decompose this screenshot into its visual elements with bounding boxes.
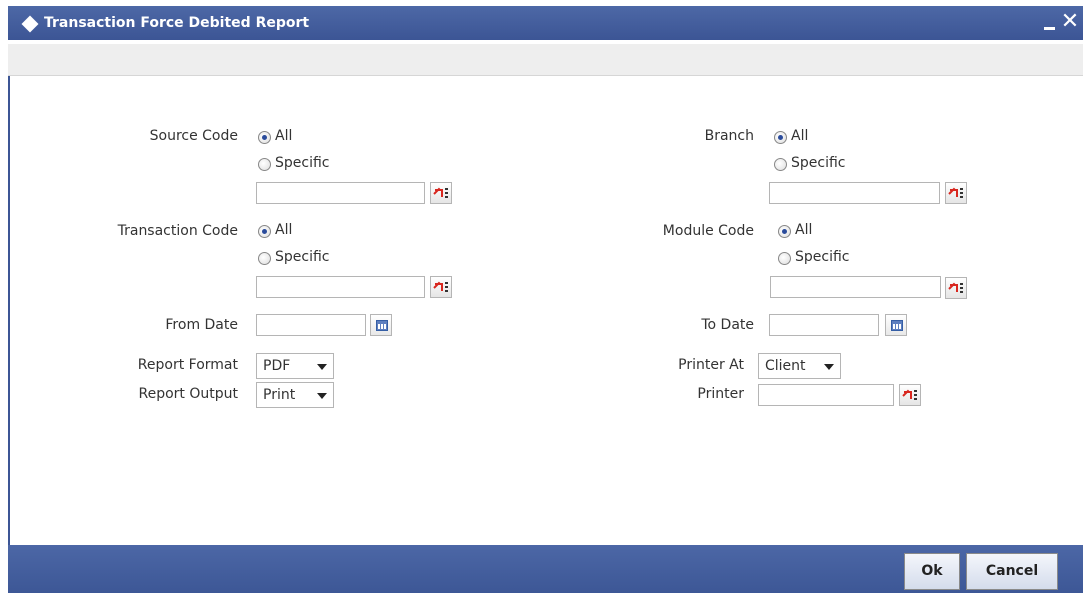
close-button[interactable]: ✕ <box>1059 8 1081 36</box>
transaction-code-all-radio[interactable] <box>258 225 271 238</box>
branch-specific-label: Specific <box>791 155 846 171</box>
cancel-button[interactable]: Cancel <box>966 553 1058 590</box>
module-code-all-label: All <box>795 222 813 238</box>
source-code-specific-radio[interactable] <box>258 158 271 171</box>
chevron-down-icon <box>317 364 327 370</box>
module-code-all-radio[interactable] <box>778 225 791 238</box>
module-code-input[interactable] <box>770 276 941 298</box>
chevron-down-icon <box>824 364 834 370</box>
left-border <box>8 76 10 551</box>
source-code-all-radio[interactable] <box>258 131 271 144</box>
report-output-label: Report Output <box>138 386 239 402</box>
transaction-code-lov-icon[interactable] <box>430 276 452 298</box>
toolbar-strip <box>8 44 1083 76</box>
module-code-lov-icon[interactable] <box>945 277 967 299</box>
module-code-specific-radio[interactable] <box>778 252 791 265</box>
source-code-lov-icon[interactable] <box>430 182 452 204</box>
to-date-label: To Date <box>701 317 754 333</box>
from-date-calendar-icon[interactable] <box>370 314 392 336</box>
printer-at-select[interactable]: Client <box>758 353 841 379</box>
branch-all-label: All <box>791 128 809 144</box>
transaction-code-input[interactable] <box>256 276 425 298</box>
transaction-code-label: Transaction Code <box>117 223 238 239</box>
from-date-label: From Date <box>165 317 238 333</box>
minimize-button[interactable] <box>1041 8 1059 36</box>
printer-label: Printer <box>697 386 744 402</box>
transaction-code-all-label: All <box>275 222 293 238</box>
report-format-label: Report Format <box>137 357 238 373</box>
to-date-calendar-icon[interactable] <box>885 314 907 336</box>
to-date-input[interactable] <box>769 314 879 336</box>
branch-input[interactable] <box>769 182 940 204</box>
printer-at-label: Printer At <box>678 357 744 373</box>
ok-button[interactable]: Ok <box>904 553 960 590</box>
report-format-select[interactable]: PDF <box>256 353 334 379</box>
branch-label: Branch <box>704 128 754 144</box>
branch-lov-icon[interactable] <box>945 182 967 204</box>
report-output-select[interactable]: Print <box>256 382 334 408</box>
module-code-label: Module Code <box>662 223 754 239</box>
printer-input[interactable] <box>758 384 894 406</box>
transaction-code-specific-radio[interactable] <box>258 252 271 265</box>
module-code-specific-label: Specific <box>795 249 850 265</box>
report-output-value: Print <box>263 387 296 403</box>
report-format-value: PDF <box>263 358 291 374</box>
transaction-code-specific-label: Specific <box>275 249 330 265</box>
diamond-icon <box>21 15 39 33</box>
printer-lov-icon[interactable] <box>899 384 921 406</box>
printer-at-value: Client <box>765 358 806 374</box>
source-code-input[interactable] <box>256 182 425 204</box>
report-window: Transaction Force Debited Report ✕ Sourc… <box>8 6 1083 593</box>
source-code-label: Source Code <box>149 128 238 144</box>
source-code-all-label: All <box>275 128 293 144</box>
title-bar: Transaction Force Debited Report ✕ <box>8 6 1083 40</box>
branch-specific-radio[interactable] <box>774 158 787 171</box>
chevron-down-icon <box>317 393 327 399</box>
footer-bar: Ok Cancel <box>8 545 1083 593</box>
source-code-specific-label: Specific <box>275 155 330 171</box>
from-date-input[interactable] <box>256 314 366 336</box>
window-title: Transaction Force Debited Report <box>44 15 310 31</box>
branch-all-radio[interactable] <box>774 131 787 144</box>
